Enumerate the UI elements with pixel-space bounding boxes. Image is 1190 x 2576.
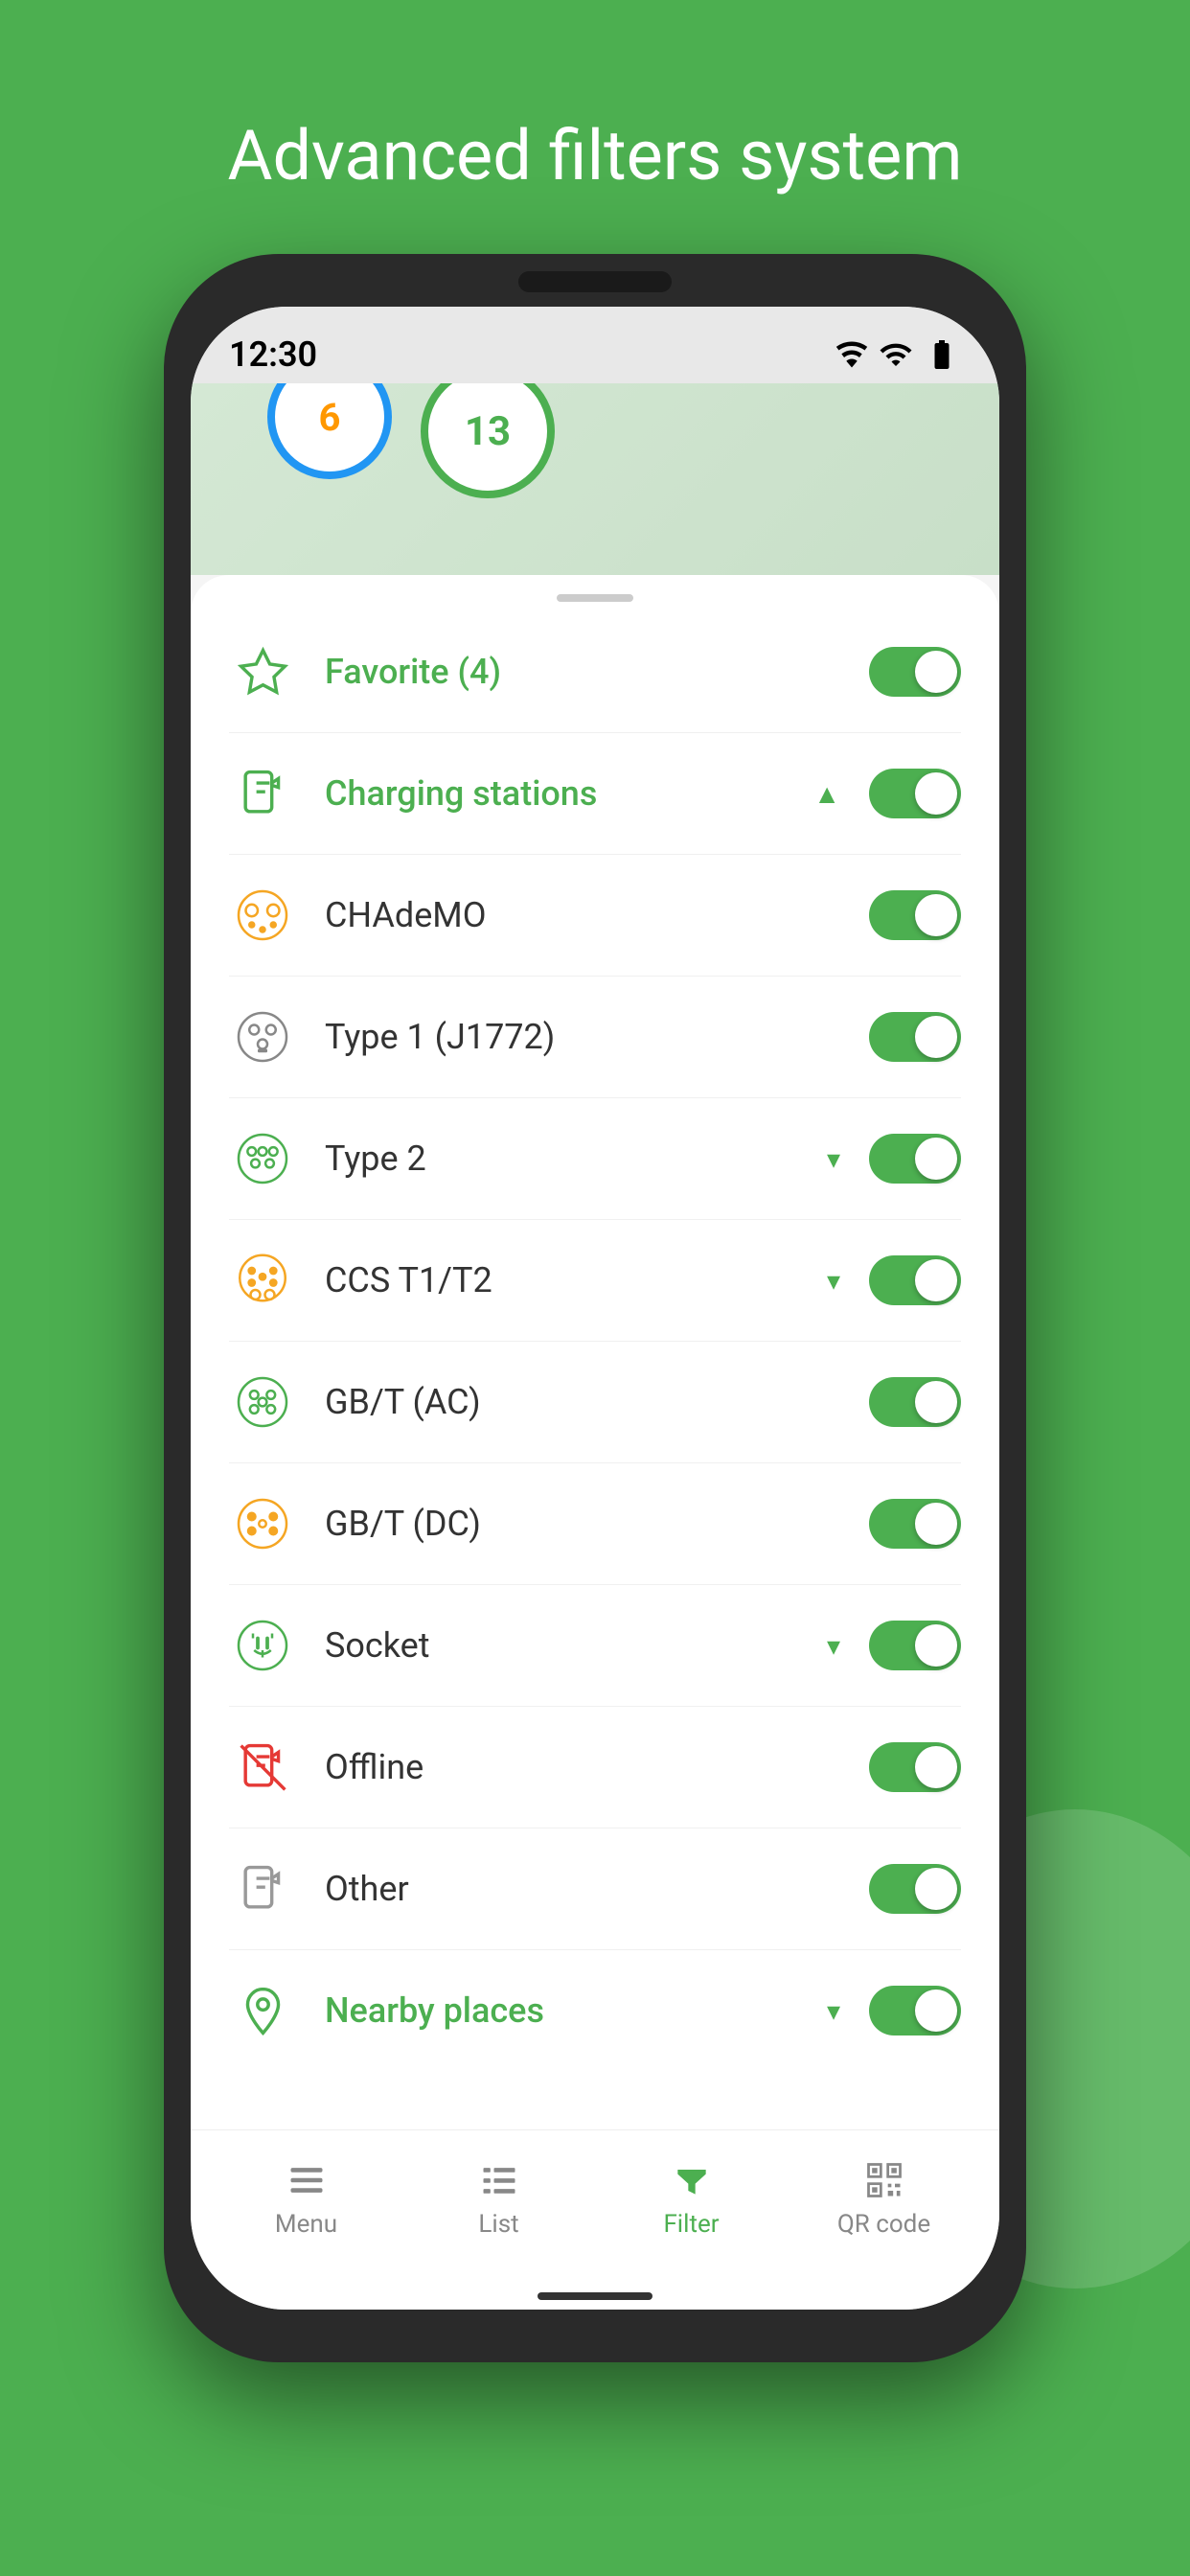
chademo-toggle[interactable] xyxy=(869,890,961,940)
favorite-label: Favorite (4) xyxy=(325,652,840,692)
nearby-places-label: Nearby places xyxy=(325,1990,790,2031)
ccs-label: CCS T1/T2 xyxy=(325,1260,790,1300)
socket-toggle[interactable] xyxy=(869,1621,961,1670)
page-title: Advanced filters system xyxy=(227,115,962,196)
phone-screen: 12:30 6 13 xyxy=(191,307,999,2310)
filter-drawer: Favorite (4) xyxy=(191,575,999,2129)
charging-stations-icon xyxy=(229,760,296,827)
type2-label: Type 2 xyxy=(325,1138,790,1179)
filter-item-gbt-ac[interactable]: GB/T (AC) xyxy=(229,1342,961,1463)
type2-toggle[interactable] xyxy=(869,1134,961,1184)
socket-label: Socket xyxy=(325,1625,790,1666)
map-marker-2: 13 xyxy=(421,383,555,498)
filter-item-gbt-dc[interactable]: GB/T (DC) xyxy=(229,1463,961,1585)
nearby-places-chevron: ▾ xyxy=(827,1995,840,2027)
chademo-icon xyxy=(229,882,296,949)
drawer-handle-bar xyxy=(557,594,633,602)
nearby-places-icon xyxy=(229,1977,296,2044)
type2-chevron: ▾ xyxy=(827,1143,840,1175)
filter-item-nearby-places[interactable]: Nearby places ▾ xyxy=(229,1950,961,2071)
charging-stations-toggle[interactable] xyxy=(869,769,961,818)
nav-item-qr[interactable]: QR code xyxy=(788,2156,980,2239)
map-preview: 6 13 xyxy=(191,383,999,575)
nav-qr-label: QR code xyxy=(837,2210,930,2239)
menu-icon xyxy=(283,2156,331,2204)
other-icon xyxy=(229,1855,296,1922)
type2-icon xyxy=(229,1125,296,1192)
drawer-handle[interactable] xyxy=(191,575,999,611)
camera-bar xyxy=(518,271,672,292)
nav-filter-label: Filter xyxy=(663,2210,719,2239)
nav-item-filter[interactable]: Filter xyxy=(595,2156,788,2239)
qr-icon xyxy=(860,2156,908,2204)
filter-item-type2[interactable]: Type 2 ▾ xyxy=(229,1098,961,1220)
status-icons xyxy=(835,337,961,372)
offline-toggle[interactable] xyxy=(869,1742,961,1792)
chademo-label: CHAdeMO xyxy=(325,895,840,935)
nav-menu-label: Menu xyxy=(275,2210,337,2239)
nearby-places-toggle[interactable] xyxy=(869,1986,961,2036)
signal-icon xyxy=(879,337,913,372)
home-indicator xyxy=(191,2283,999,2310)
filter-item-charging-stations[interactable]: Charging stations ▲ xyxy=(229,733,961,855)
gbt-ac-icon xyxy=(229,1368,296,1436)
socket-icon xyxy=(229,1612,296,1679)
battery-icon xyxy=(923,337,961,372)
ccs-toggle[interactable] xyxy=(869,1255,961,1305)
phone-shell: 12:30 6 13 xyxy=(164,254,1026,2362)
socket-chevron: ▾ xyxy=(827,1630,840,1662)
filter-item-ccs[interactable]: CCS T1/T2 ▾ xyxy=(229,1220,961,1342)
nav-list-label: List xyxy=(478,2210,518,2239)
map-marker-1: 6 xyxy=(267,383,392,479)
home-bar xyxy=(538,2292,652,2300)
type1-label: Type 1 (J1772) xyxy=(325,1017,840,1057)
gbt-dc-label: GB/T (DC) xyxy=(325,1504,840,1544)
filter-item-type1[interactable]: Type 1 (J1772) xyxy=(229,977,961,1098)
type1-toggle[interactable] xyxy=(869,1012,961,1062)
filter-list: Favorite (4) xyxy=(191,611,999,2071)
wifi-icon xyxy=(835,337,869,372)
type1-icon xyxy=(229,1003,296,1070)
gbt-dc-icon xyxy=(229,1490,296,1557)
status-bar: 12:30 xyxy=(191,307,999,383)
filter-item-offline[interactable]: Offline xyxy=(229,1707,961,1828)
status-time: 12:30 xyxy=(229,334,317,375)
ccs-chevron: ▾ xyxy=(827,1265,840,1297)
favorite-icon xyxy=(229,638,296,705)
filter-item-other[interactable]: Other xyxy=(229,1828,961,1950)
charging-stations-chevron: ▲ xyxy=(813,778,840,810)
nav-item-menu[interactable]: Menu xyxy=(210,2156,402,2239)
gbt-dc-toggle[interactable] xyxy=(869,1499,961,1549)
nav-item-list[interactable]: List xyxy=(402,2156,595,2239)
other-toggle[interactable] xyxy=(869,1864,961,1914)
gbt-ac-label: GB/T (AC) xyxy=(325,1382,840,1422)
phone-mockup: 12:30 6 13 xyxy=(164,254,1026,2362)
filter-item-favorite[interactable]: Favorite (4) xyxy=(229,611,961,733)
favorite-toggle[interactable] xyxy=(869,647,961,697)
filter-icon xyxy=(668,2156,716,2204)
ccs-icon xyxy=(229,1247,296,1314)
offline-label: Offline xyxy=(325,1747,840,1787)
charging-stations-label: Charging stations xyxy=(325,773,777,814)
gbt-ac-toggle[interactable] xyxy=(869,1377,961,1427)
offline-icon xyxy=(229,1734,296,1801)
filter-item-socket[interactable]: Socket ▾ xyxy=(229,1585,961,1707)
other-label: Other xyxy=(325,1869,840,1909)
bottom-nav: Menu Lis xyxy=(191,2129,999,2283)
list-icon xyxy=(475,2156,523,2204)
filter-item-chademo[interactable]: CHAdeMO xyxy=(229,855,961,977)
